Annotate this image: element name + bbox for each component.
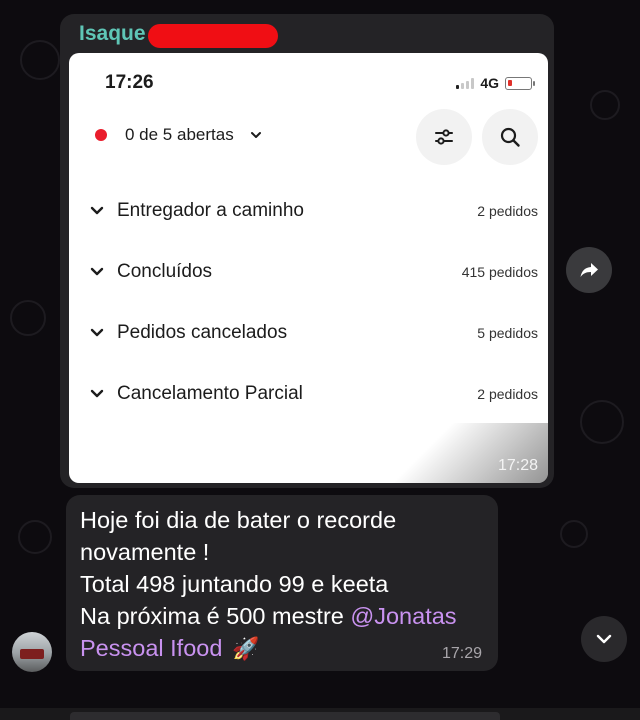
network-label: 4G — [480, 75, 499, 91]
filter-label: 0 de 5 abertas — [125, 125, 234, 144]
section-count: 2 pedidos — [477, 203, 538, 219]
message-line: novamente ! — [80, 539, 210, 565]
forward-button[interactable] — [566, 247, 612, 293]
chevron-down-icon — [250, 132, 261, 138]
avatar[interactable] — [12, 632, 52, 672]
section-label: Cancelamento Parcial — [117, 383, 303, 404]
battery-icon — [505, 76, 535, 90]
message-line: Hoje foi dia de bater o recorde — [80, 507, 397, 533]
section-label: Pedidos cancelados — [117, 322, 288, 343]
section-row: Cancelamento Parcial 2 pedidos — [89, 379, 538, 409]
chevron-down-icon — [90, 206, 104, 215]
message-line: Total 498 juntando 99 e keeta — [80, 571, 389, 597]
signal-icon — [456, 77, 475, 89]
message-line: Pessoal Ifood 🚀 — [80, 632, 457, 665]
section-row: Pedidos cancelados 5 pedidos — [89, 318, 538, 348]
message-text: Hoje foi dia de bater o recorde novament… — [80, 504, 457, 665]
mention-link[interactable]: Pessoal Ifood — [80, 635, 222, 661]
scroll-down-button[interactable] — [581, 616, 627, 662]
image-message-bubble[interactable]: Isaque 17:26 4G 0 de 5 abertas Entregado… — [60, 14, 554, 488]
input-bar-edge — [0, 708, 640, 720]
mention-link[interactable]: @Jonatas — [350, 603, 456, 629]
redaction-bar — [148, 24, 278, 48]
filter-sliders-icon — [435, 129, 453, 145]
section-count: 415 pedidos — [461, 264, 538, 280]
text-message-bubble[interactable]: Hoje foi dia de bater o recorde novament… — [66, 495, 498, 671]
message-line-text: Na próxima é 500 mestre — [80, 603, 351, 629]
chevron-down-icon — [90, 267, 104, 276]
section-count: 5 pedidos — [477, 325, 538, 341]
chevron-down-icon — [90, 328, 104, 337]
filter-button — [416, 109, 472, 165]
status-indicators: 4G — [456, 75, 535, 91]
scroll-down-icon — [596, 634, 612, 644]
status-dot — [95, 129, 107, 141]
search-icon — [500, 127, 520, 147]
chevron-down-icon — [90, 389, 104, 398]
section-label: Entregador a caminho — [117, 200, 304, 221]
message-timestamp: 17:28 — [497, 457, 538, 474]
search-button — [482, 109, 538, 165]
section-label: Concluídos — [117, 261, 213, 282]
message-timestamp: 17:29 — [441, 645, 482, 662]
share-forward-icon — [580, 263, 598, 277]
rocket-emoji: 🚀 — [232, 636, 260, 661]
message-line: Na próxima é 500 mestre @Jonatas — [80, 600, 457, 632]
status-time: 17:26 — [105, 72, 154, 93]
filter-dropdown: 0 de 5 abertas — [95, 125, 262, 145]
sender-name[interactable]: Isaque — [79, 22, 146, 46]
shared-screenshot[interactable]: 17:26 4G 0 de 5 abertas Entregador a cam… — [69, 53, 548, 483]
section-row: Entregador a caminho 2 pedidos — [89, 196, 538, 226]
section-row: Concluídos 415 pedidos — [89, 257, 538, 287]
section-count: 2 pedidos — [477, 386, 538, 402]
